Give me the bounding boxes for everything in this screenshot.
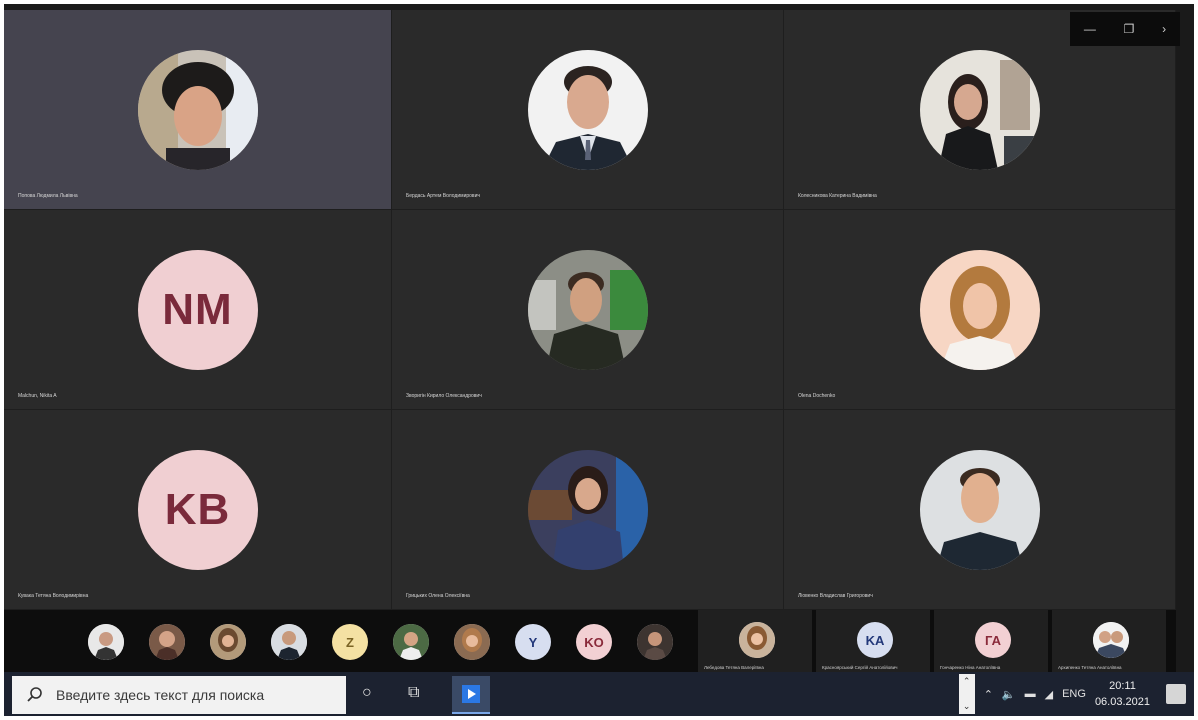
participant-name: Попова Людмила Львівна <box>18 193 78 199</box>
participant-thumbnails: Z Y KO <box>88 624 673 660</box>
participant-photo <box>527 450 648 570</box>
participant-photo <box>137 50 258 170</box>
participant-name: Malchun, Nikita A <box>18 393 57 399</box>
minimize-button[interactable]: — <box>1084 22 1096 36</box>
more-button[interactable]: › <box>1162 22 1166 36</box>
participant-tile[interactable]: Olena Dochenko <box>784 210 1176 410</box>
window-controls: — ❐ › <box>1070 12 1180 46</box>
participant-tile[interactable]: KB Кувака Тетяна Володимирівна <box>4 410 392 610</box>
participant-name: Колесникова Катерина Вадимівна <box>798 193 877 199</box>
show-hidden-icons-icon[interactable]: ⌃ <box>984 688 993 701</box>
participant-initials-avatar: ГА <box>975 622 1011 658</box>
active-app-icon[interactable] <box>452 676 490 714</box>
participant-tile[interactable]: Зворигін Кирило Олександрович <box>392 210 784 410</box>
taskbar-clock[interactable]: 20:11 06.03.2021 <box>1095 678 1150 710</box>
participant-photo <box>919 450 1040 570</box>
participant-card[interactable]: Архипенко Тетяна Анатоліївна <box>1048 610 1166 672</box>
participant-name: Грицьких Олена Олексіївна <box>406 593 470 599</box>
windows-taskbar: Введите здесь текст для поиска ○ ⧉ ⌃ ⌄ ⌃ … <box>4 672 1194 716</box>
participant-initials-thumbnail[interactable]: KO <box>576 624 612 660</box>
participant-thumbnail[interactable] <box>454 624 490 660</box>
network-icon[interactable]: ◢ <box>1045 688 1053 701</box>
language-indicator[interactable]: ENG <box>1062 688 1086 700</box>
notification-center-icon[interactable] <box>1166 684 1186 704</box>
battery-icon[interactable]: ▬ <box>1025 688 1036 700</box>
participant-strip: Z Y KO Лебедова Тетяна Валеріївна KA Кра… <box>4 610 1176 672</box>
participant-name: Лебедова Тетяна Валеріївна <box>704 665 764 670</box>
participant-card[interactable]: Лебедова Тетяна Валеріївна <box>694 610 812 672</box>
participant-initials-thumbnail[interactable]: Z <box>332 624 368 660</box>
participant-photo <box>527 250 648 370</box>
participant-thumbnail[interactable] <box>210 624 246 660</box>
participant-initials-avatar: NM <box>137 250 258 370</box>
search-placeholder: Введите здесь текст для поиска <box>56 687 265 703</box>
participant-photo <box>919 250 1040 370</box>
participant-name: Гончаренко Ніна Анатоліївна <box>940 665 1001 670</box>
participant-thumbnail[interactable] <box>393 624 429 660</box>
participant-initials-avatar: KB <box>137 450 258 570</box>
taskbar-search-box[interactable]: Введите здесь текст для поиска <box>12 676 346 714</box>
task-view-icon[interactable]: ⧉ <box>408 684 419 702</box>
volume-icon[interactable]: 🔈 <box>1002 688 1016 701</box>
participant-thumbnail[interactable] <box>637 624 673 660</box>
participant-name: Архипенко Тетяна Анатоліївна <box>1058 665 1122 670</box>
participant-name: Кувака Тетяна Володимирівна <box>18 593 89 599</box>
clock-time: 20:11 <box>1109 680 1136 692</box>
participant-thumbnail <box>1093 622 1129 658</box>
participant-name: Красноярський Сергій Анатолійович <box>822 665 898 670</box>
participant-tile[interactable]: Ліовенко Владислав Григорович <box>784 410 1176 610</box>
participant-card[interactable]: ГА Гончаренко Ніна Анатоліївна <box>930 610 1048 672</box>
tray-scroll-control[interactable]: ⌃ ⌄ <box>958 674 975 714</box>
participant-thumbnail[interactable] <box>271 624 307 660</box>
participant-initials-thumbnail[interactable]: Y <box>515 624 551 660</box>
participant-card[interactable]: KA Красноярський Сергій Анатолійович <box>812 610 930 672</box>
participant-photo <box>527 50 648 170</box>
system-tray: ⌃ ⌄ ⌃ 🔈 ▬ ◢ ENG 20:11 06.03.2021 <box>958 672 1150 716</box>
cortana-icon[interactable]: ○ <box>362 684 372 702</box>
participant-grid: Попова Людмила Львівна Бердась Артем Вол… <box>4 10 1176 610</box>
participant-name: Зворигін Кирило Олександрович <box>406 393 482 399</box>
participant-photo <box>919 50 1040 170</box>
restore-button[interactable]: ❐ <box>1124 22 1135 36</box>
teams-meeting-window: — ❐ › Попова Людмила Львівна Бердась Арт… <box>4 4 1194 716</box>
participant-tile[interactable]: Грицьких Олена Олексіївна <box>392 410 784 610</box>
participant-tile[interactable]: Попова Людмила Львівна <box>4 10 392 210</box>
participant-name: Olena Dochenko <box>798 393 836 399</box>
search-icon <box>27 687 42 702</box>
participant-tile[interactable]: NM Malchun, Nikita A <box>4 210 392 410</box>
clock-date: 06.03.2021 <box>1094 696 1150 708</box>
participant-thumbnail <box>739 622 775 658</box>
participant-name: Ліовенко Владислав Григорович <box>798 593 873 599</box>
participant-tile[interactable]: Бердась Артем Володимирович <box>392 10 784 210</box>
participant-name: Бердась Артем Володимирович <box>406 193 480 199</box>
participant-thumbnail[interactable] <box>149 624 185 660</box>
participant-initials-avatar: KA <box>857 622 893 658</box>
participant-thumbnail[interactable] <box>88 624 124 660</box>
